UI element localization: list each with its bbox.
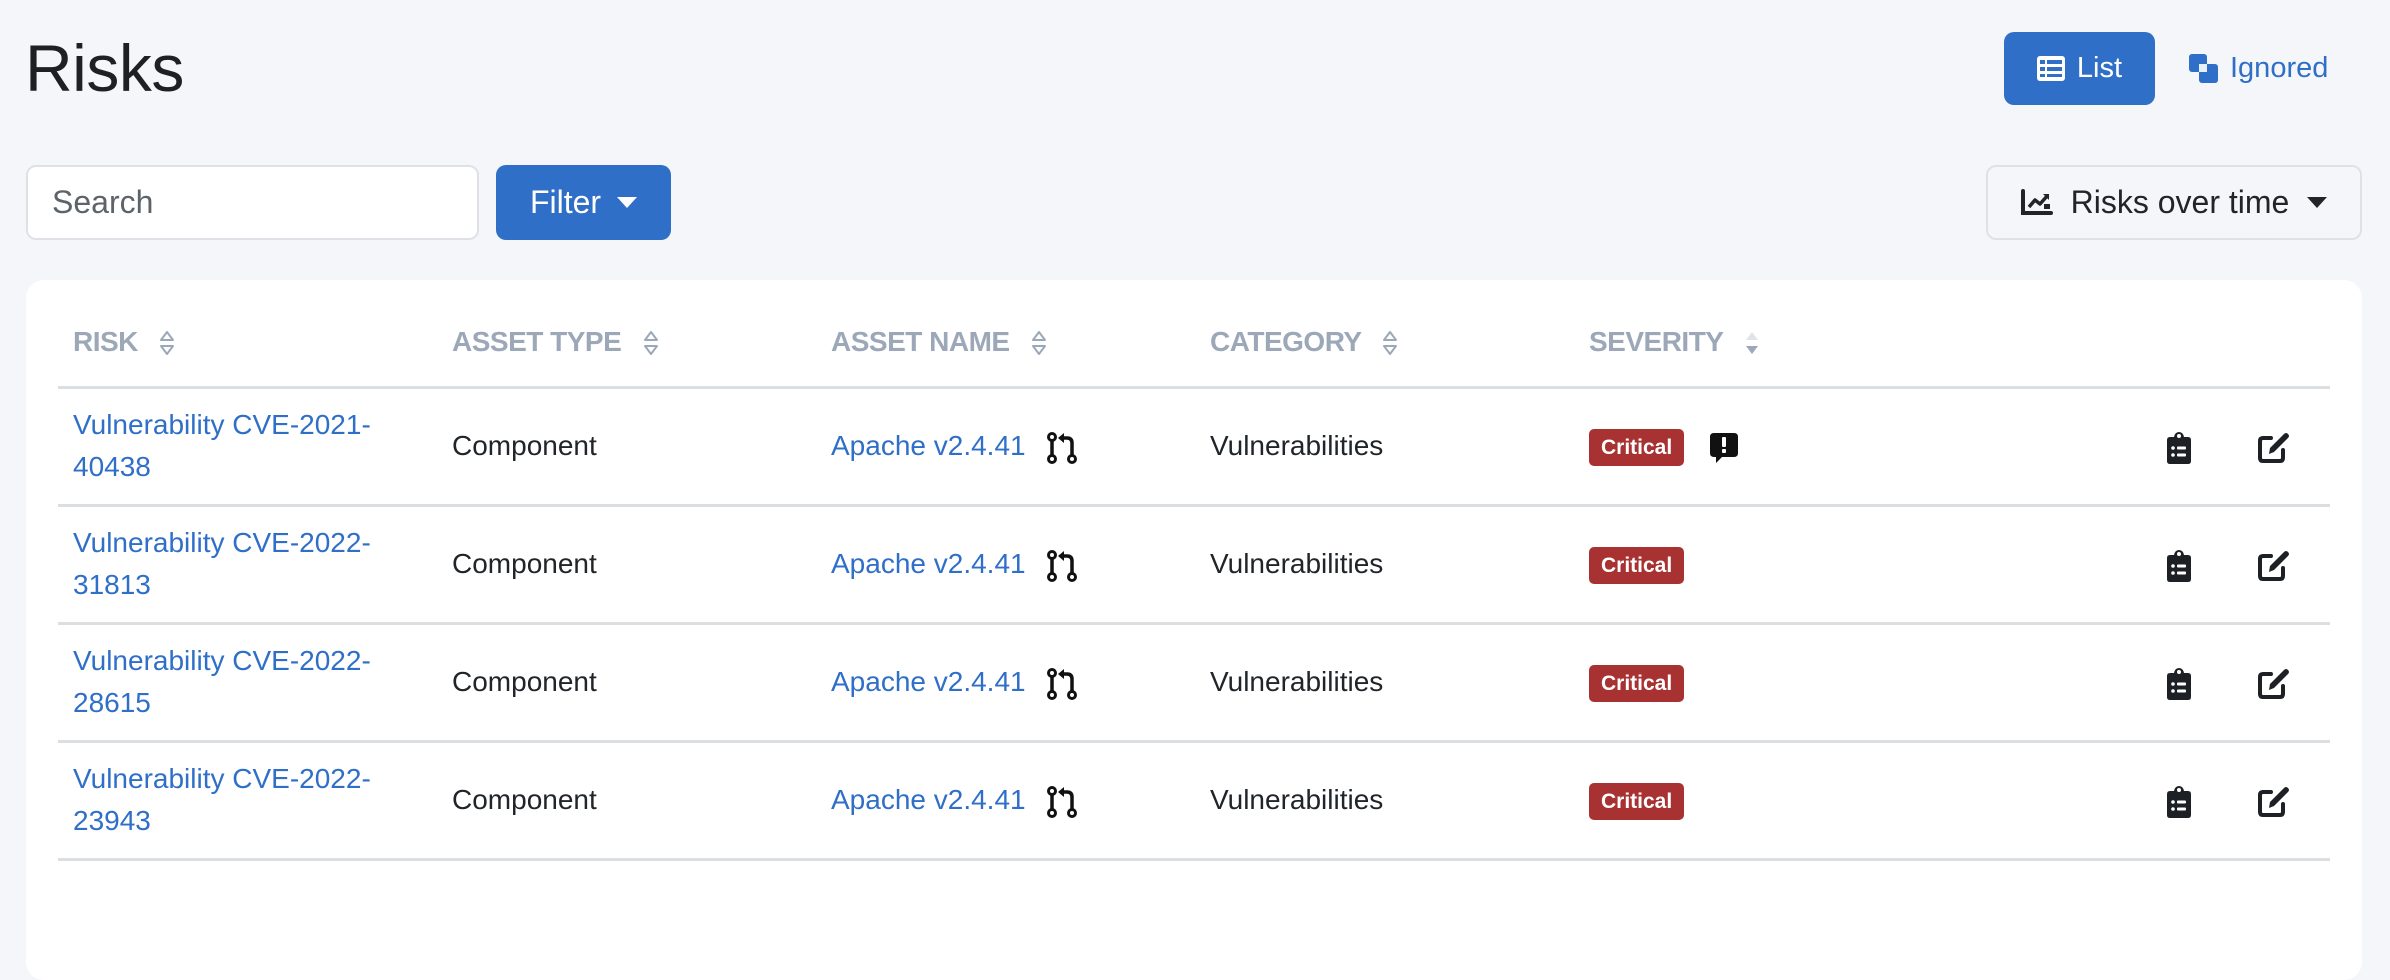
risks-table-card: RISK ASSET TYPE ASSET NAME CATEGORY SEVE… bbox=[26, 280, 2362, 980]
cell-actions bbox=[1994, 623, 2330, 743]
cell-asset-type: Component bbox=[437, 505, 816, 625]
chart-line-icon bbox=[2020, 188, 2053, 215]
filter-label: Filter bbox=[529, 184, 602, 220]
table-row: Vulnerability CVE-2022-28615 Component A… bbox=[58, 623, 2330, 743]
column-header-category[interactable]: CATEGORY bbox=[1195, 280, 1574, 389]
caret-down-icon bbox=[617, 197, 638, 208]
cell-severity: Critical bbox=[1574, 741, 1994, 861]
list-view-button[interactable]: List bbox=[2004, 32, 2155, 105]
cell-category: Vulnerabilities bbox=[1195, 387, 1574, 507]
cell-asset-name: Apache v2.4.41 bbox=[816, 387, 1195, 507]
clipboard-list-icon[interactable] bbox=[2167, 549, 2192, 582]
table-row: Vulnerability CVE-2021-40438 Component A… bbox=[58, 387, 2330, 507]
ignored-view-label: Ignored bbox=[2230, 52, 2329, 84]
cell-category: Vulnerabilities bbox=[1195, 505, 1574, 625]
comment-exclamation-icon[interactable] bbox=[1709, 432, 1738, 463]
column-label: ASSET TYPE bbox=[452, 325, 622, 357]
asset-name-link[interactable]: Apache v2.4.41 bbox=[831, 548, 1026, 579]
table-header-row: RISK ASSET TYPE ASSET NAME CATEGORY SEVE… bbox=[58, 280, 2330, 389]
edit-icon[interactable] bbox=[2257, 550, 2290, 582]
cell-asset-type: Component bbox=[437, 741, 816, 861]
cell-asset-name: Apache v2.4.41 bbox=[816, 505, 1195, 625]
cell-actions bbox=[1994, 741, 2330, 861]
sort-icon[interactable] bbox=[643, 330, 659, 356]
asset-name-link[interactable]: Apache v2.4.41 bbox=[831, 430, 1026, 461]
asset-name-link[interactable]: Apache v2.4.41 bbox=[831, 784, 1026, 815]
category: Vulnerabilities bbox=[1210, 666, 1384, 697]
cell-risk: Vulnerability CVE-2022-28615 bbox=[58, 623, 437, 743]
column-label: CATEGORY bbox=[1210, 325, 1362, 357]
severity-badge: Critical bbox=[1589, 429, 1685, 467]
view-switch: List Ignored bbox=[2004, 32, 2328, 105]
risks-over-time-button[interactable]: Risks over time bbox=[1986, 165, 2362, 240]
category: Vulnerabilities bbox=[1210, 548, 1384, 579]
table-list-icon bbox=[2036, 56, 2065, 81]
clipboard-list-icon[interactable] bbox=[2167, 431, 2192, 464]
asset-type: Component bbox=[452, 548, 597, 579]
cell-risk: Vulnerability CVE-2022-23943 bbox=[58, 741, 437, 861]
risk-link[interactable]: Vulnerability CVE-2022-23943 bbox=[73, 758, 403, 842]
column-header-actions bbox=[1994, 280, 2330, 389]
code-pull-request-icon bbox=[1047, 549, 1078, 582]
column-label: RISK bbox=[73, 325, 138, 357]
sort-icon[interactable] bbox=[1382, 330, 1398, 356]
severity-badge: Critical bbox=[1589, 665, 1685, 703]
cell-severity: Critical bbox=[1574, 387, 1994, 507]
column-header-asset-type[interactable]: ASSET TYPE bbox=[437, 280, 816, 389]
code-pull-request-icon bbox=[1047, 785, 1078, 818]
column-header-severity[interactable]: SEVERITY bbox=[1574, 280, 1994, 389]
cell-actions bbox=[1994, 387, 2330, 507]
category: Vulnerabilities bbox=[1210, 430, 1384, 461]
sort-icon[interactable] bbox=[1031, 330, 1047, 356]
edit-icon[interactable] bbox=[2257, 432, 2290, 464]
asset-type: Component bbox=[452, 784, 597, 815]
severity-badge: Critical bbox=[1589, 783, 1685, 821]
clipboard-list-icon[interactable] bbox=[2167, 785, 2192, 818]
cell-category: Vulnerabilities bbox=[1195, 623, 1574, 743]
asset-type: Component bbox=[452, 430, 597, 461]
cell-actions bbox=[1994, 505, 2330, 625]
risk-link[interactable]: Vulnerability CVE-2021-40438 bbox=[73, 404, 403, 488]
column-header-risk[interactable]: RISK bbox=[58, 280, 437, 389]
page-title: Risks bbox=[25, 31, 184, 105]
column-label: SEVERITY bbox=[1589, 325, 1723, 357]
filter-button[interactable]: Filter bbox=[496, 165, 671, 240]
cell-asset-name: Apache v2.4.41 bbox=[816, 741, 1195, 861]
risks-table: RISK ASSET TYPE ASSET NAME CATEGORY SEVE… bbox=[58, 280, 2330, 861]
cell-category: Vulnerabilities bbox=[1195, 741, 1574, 861]
clone-icon bbox=[2189, 54, 2218, 83]
code-pull-request-icon bbox=[1047, 667, 1078, 700]
column-header-asset-name[interactable]: ASSET NAME bbox=[816, 280, 1195, 389]
edit-icon[interactable] bbox=[2257, 786, 2290, 818]
column-label: ASSET NAME bbox=[831, 325, 1010, 357]
cell-asset-type: Component bbox=[437, 623, 816, 743]
cell-severity: Critical bbox=[1574, 505, 1994, 625]
cell-risk: Vulnerability CVE-2022-31813 bbox=[58, 505, 437, 625]
asset-name-link[interactable]: Apache v2.4.41 bbox=[831, 666, 1026, 697]
category: Vulnerabilities bbox=[1210, 784, 1384, 815]
sort-icon[interactable] bbox=[159, 330, 175, 356]
severity-badge: Critical bbox=[1589, 547, 1685, 585]
cell-severity: Critical bbox=[1574, 623, 1994, 743]
list-view-label: List bbox=[2076, 52, 2123, 84]
cell-risk: Vulnerability CVE-2021-40438 bbox=[58, 387, 437, 507]
caret-down-icon bbox=[2307, 197, 2328, 208]
search-input[interactable] bbox=[26, 165, 479, 240]
sort-descending-icon[interactable] bbox=[1744, 330, 1760, 356]
table-row: Vulnerability CVE-2022-31813 Component A… bbox=[58, 505, 2330, 625]
risk-link[interactable]: Vulnerability CVE-2022-28615 bbox=[73, 640, 403, 724]
cell-asset-type: Component bbox=[437, 387, 816, 507]
edit-icon[interactable] bbox=[2257, 668, 2290, 700]
cell-asset-name: Apache v2.4.41 bbox=[816, 623, 1195, 743]
asset-type: Component bbox=[452, 666, 597, 697]
risk-link[interactable]: Vulnerability CVE-2022-31813 bbox=[73, 522, 403, 606]
table-row: Vulnerability CVE-2022-23943 Component A… bbox=[58, 741, 2330, 861]
clipboard-list-icon[interactable] bbox=[2167, 667, 2192, 700]
risks-over-time-label: Risks over time bbox=[2070, 184, 2290, 220]
code-pull-request-icon bbox=[1047, 431, 1078, 464]
ignored-view-button[interactable]: Ignored bbox=[2189, 32, 2328, 105]
